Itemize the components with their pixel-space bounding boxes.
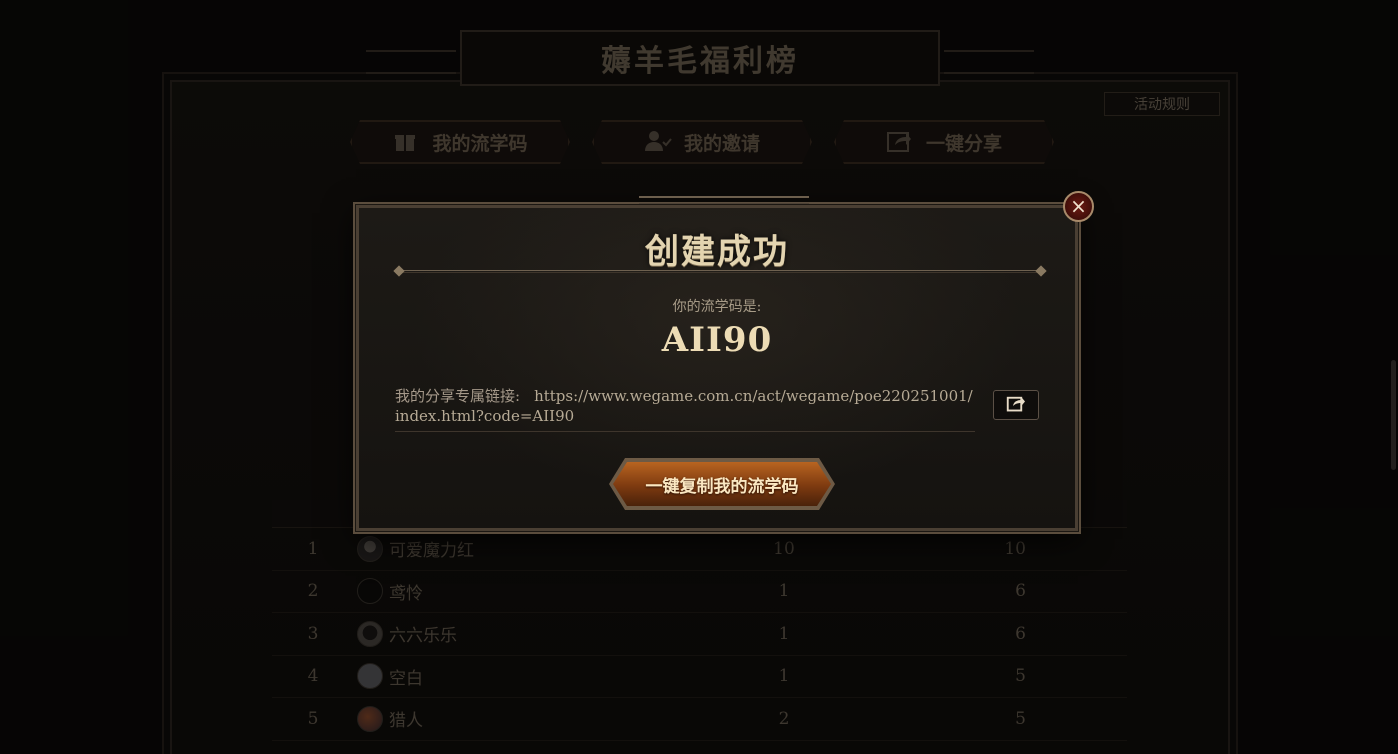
- share-link-box: 我的分享专属链接: https://www.wegame.com.cn/act/w…: [395, 382, 975, 432]
- share-link-label: 我的分享专属链接:: [395, 387, 521, 405]
- dialog-ornament: [639, 196, 809, 204]
- share-link-button[interactable]: [993, 390, 1039, 420]
- copy-code-button[interactable]: 一键复制我的流学码: [613, 462, 831, 506]
- dialog-title: 创建成功: [645, 232, 789, 272]
- code-value: AII90: [661, 320, 773, 360]
- close-icon[interactable]: ×: [1063, 191, 1094, 222]
- success-dialog: 创建成功 你的流学码是: AII90 我的分享专属链接: https://www.…: [356, 196, 1078, 531]
- share-icon: [1006, 394, 1026, 416]
- title-divider: [399, 270, 1041, 273]
- code-label: 你的流学码是:: [672, 299, 762, 315]
